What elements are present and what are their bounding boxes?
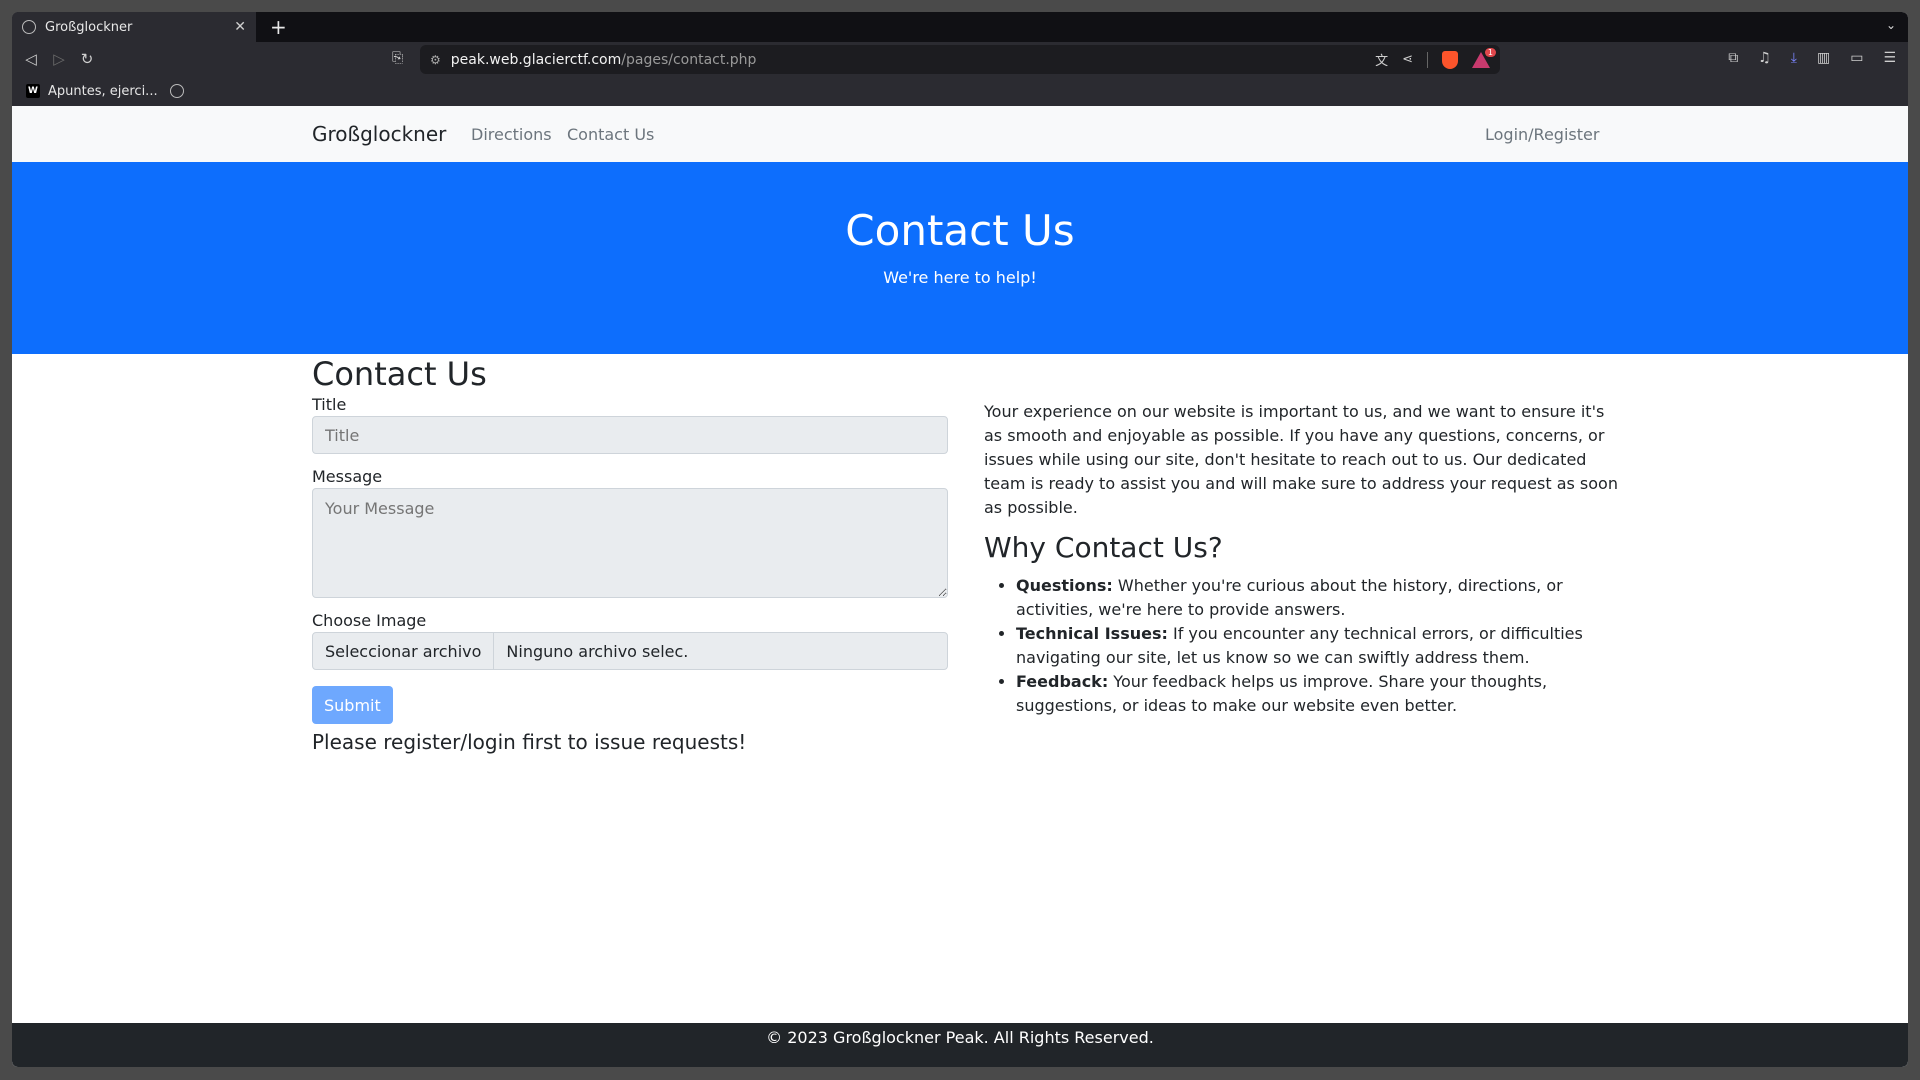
tab-title: Großglockner <box>45 19 133 35</box>
contact-form: Contact Us Title Message Choose Image Se… <box>312 354 948 756</box>
media-icon[interactable]: ♫ <box>1758 50 1771 66</box>
info-column: Your experience on our website is import… <box>984 400 1624 718</box>
share-icon[interactable]: ⋖ <box>1402 52 1413 67</box>
bookmarks-bar: W Apuntes, ejerci... <box>12 76 1908 106</box>
globe-icon[interactable] <box>169 84 184 98</box>
submit-button[interactable]: Submit <box>312 686 393 724</box>
brave-rewards-icon[interactable]: 1 <box>1472 47 1496 68</box>
message-textarea[interactable] <box>312 488 948 598</box>
info-paragraph: Your experience on our website is import… <box>984 402 1618 517</box>
site-brand[interactable]: Großglockner <box>312 122 446 146</box>
web-page: Großglockner Directions Contact Us Login… <box>12 106 1908 1067</box>
brave-shields-icon[interactable] <box>1442 50 1458 69</box>
bookmark-favicon: W <box>26 84 40 98</box>
reasons-list: Questions: Whether you're curious about … <box>984 574 1624 718</box>
divider <box>1427 51 1428 68</box>
menu-icon[interactable]: ☰ <box>1883 50 1896 66</box>
globe-icon <box>22 20 36 34</box>
title-label: Title <box>312 395 347 414</box>
translate-icon[interactable]: 文 <box>1375 50 1388 69</box>
sidebar-icon[interactable]: ▥ <box>1817 50 1830 66</box>
item-term: Technical Issues: <box>1016 624 1168 643</box>
browser-toolbar: ◁ ▷ ↻ ⎘ ⚙ peak.web.glacierctf.com/pages/… <box>12 42 1908 76</box>
nav-contact[interactable]: Contact Us <box>567 125 654 144</box>
browser-tab[interactable]: Großglockner ✕ <box>12 12 256 42</box>
list-item: Technical Issues: If you encounter any t… <box>1016 622 1624 670</box>
close-icon[interactable]: ✕ <box>234 19 246 35</box>
nav-login-register[interactable]: Login/Register <box>1485 125 1599 144</box>
bookmark-label: Apuntes, ejerci... <box>48 83 158 99</box>
reload-icon[interactable]: ↻ <box>78 50 96 68</box>
site-footer: © 2023 Großglockner Peak. All Rights Res… <box>12 1023 1908 1067</box>
address-bar[interactable]: ⚙ peak.web.glacierctf.com/pages/contact.… <box>420 45 1500 74</box>
item-term: Feedback: <box>1016 672 1109 691</box>
hero-banner: Contact Us We're here to help! <box>12 162 1908 354</box>
address-bar-actions: 文 ⋖ 1 <box>1375 47 1496 69</box>
site-navbar: Großglockner Directions Contact Us Login… <box>12 106 1908 162</box>
message-label: Message <box>312 467 383 486</box>
forward-icon[interactable]: ▷ <box>50 50 68 68</box>
url-path: /pages/contact.php <box>621 51 757 68</box>
image-file-input[interactable]: Seleccionar archivo Ninguno archivo sele… <box>312 632 948 670</box>
list-item: Questions: Whether you're curious about … <box>1016 574 1624 622</box>
file-status: Ninguno archivo selec. <box>506 641 689 661</box>
bookmark-icon[interactable]: ⎘ <box>392 50 403 66</box>
url-host: peak.web.glacierctf.com <box>450 51 622 68</box>
list-item: Feedback: Your feedback helps us improve… <box>1016 670 1624 718</box>
tab-strip: Großglockner ✕ + ⌄ <box>12 12 1908 42</box>
nav-directions[interactable]: Directions <box>471 125 552 144</box>
toolbar-actions: ⧉ ♫ ⤓ ▥ ▭ ☰ <box>1728 50 1896 66</box>
new-tab-button[interactable]: + <box>270 17 287 37</box>
title-input[interactable] <box>312 416 948 454</box>
login-notice: Please register/login first to issue req… <box>312 730 747 754</box>
rewards-badge: 1 <box>1484 47 1496 57</box>
choose-file-button[interactable]: Seleccionar archivo <box>313 633 495 669</box>
chevron-down-icon[interactable]: ⌄ <box>1886 18 1896 32</box>
extensions-icon[interactable]: ⧉ <box>1728 50 1738 66</box>
info-heading: Why Contact Us? <box>984 531 1223 564</box>
bookmark-item[interactable]: W Apuntes, ejerci... <box>26 84 158 99</box>
item-term: Questions: <box>1016 576 1113 595</box>
wallet-icon[interactable]: ▭ <box>1850 50 1863 66</box>
image-label: Choose Image <box>312 611 427 630</box>
download-icon[interactable]: ⤓ <box>1791 50 1797 66</box>
hero-title: Contact Us <box>845 206 1075 255</box>
form-heading: Contact Us <box>312 355 487 393</box>
back-icon[interactable]: ◁ <box>22 50 40 68</box>
hero-subtitle: We're here to help! <box>883 268 1037 287</box>
browser-window: Großglockner ✕ + ⌄ ◁ ▷ ↻ ⎘ ⚙ peak.web.gl… <box>12 12 1908 1067</box>
site-info-icon[interactable]: ⚙ <box>430 53 441 67</box>
